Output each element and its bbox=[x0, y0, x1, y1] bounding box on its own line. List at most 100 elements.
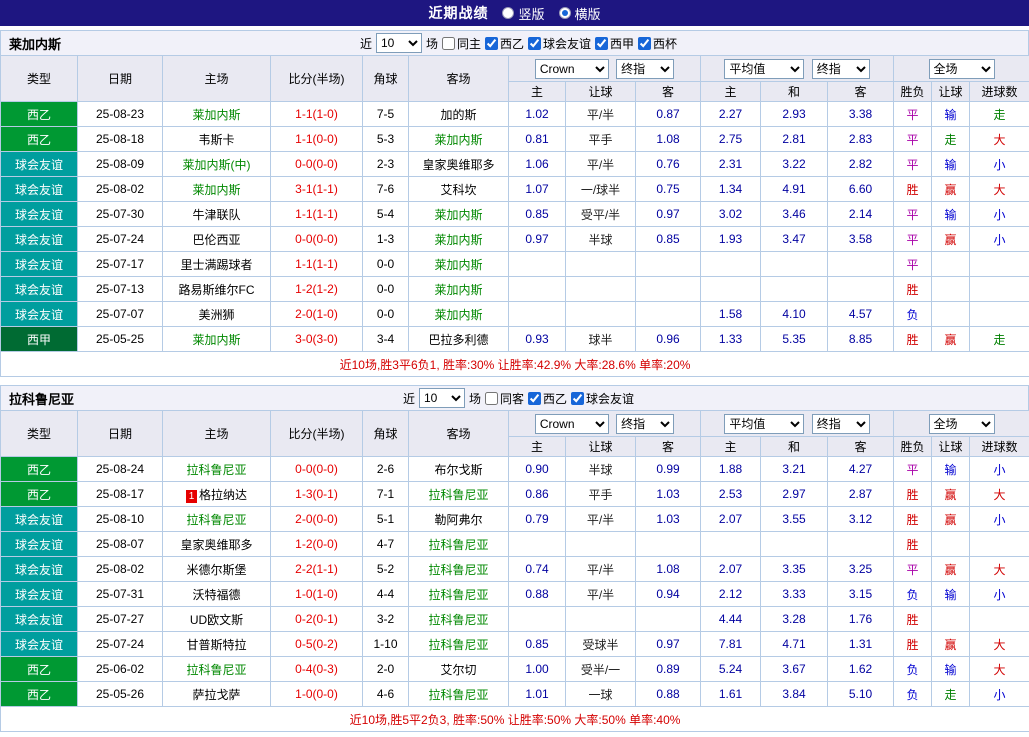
fulltime-group-header: 全场 bbox=[894, 56, 1029, 82]
match-row: 球会友谊 25-07-31 沃特福德 1-0(1-0) 4-4 拉科鲁尼亚 0.… bbox=[1, 582, 1029, 607]
odds-handicap-value: 平/半 bbox=[566, 152, 636, 177]
team-section-deportivo: 拉科鲁尼亚 近 10 场 同客 西乙球会友谊 类型 日期 主场 bbox=[0, 385, 1029, 732]
match-date: 25-06-02 bbox=[78, 657, 163, 682]
corner-cell: 1-3 bbox=[363, 227, 409, 252]
odds-handicap-value: 平手 bbox=[566, 482, 636, 507]
league-label: 西杯 bbox=[653, 35, 677, 52]
summary-row: 近10场,胜3平6负1, 胜率:30% 让胜率:42.9% 大率:28.6% 单… bbox=[1, 352, 1029, 377]
horizontal-label: 横版 bbox=[575, 4, 601, 23]
same-venue-checkbox[interactable] bbox=[485, 392, 498, 405]
corner-cell: 7-5 bbox=[363, 102, 409, 127]
match-date: 25-08-02 bbox=[78, 177, 163, 202]
home-team-name: 里士满踢球者 bbox=[180, 258, 252, 272]
avg-draw-value: 4.91 bbox=[761, 177, 828, 202]
fulltime-group-header: 全场 bbox=[894, 411, 1029, 437]
corner-cell: 4-7 bbox=[363, 532, 409, 557]
result-wdl-value: 负 bbox=[894, 682, 932, 707]
league-checkbox[interactable] bbox=[571, 392, 584, 405]
odds-away-value bbox=[636, 532, 701, 557]
away-team-cell: 莱加内斯 bbox=[409, 302, 509, 327]
avg-draw-value: 3.47 bbox=[761, 227, 828, 252]
league-badge: 球会友谊 bbox=[1, 227, 78, 252]
avg-draw-value: 4.71 bbox=[761, 632, 828, 657]
odds-away-value: 0.75 bbox=[636, 177, 701, 202]
league-checkbox[interactable] bbox=[485, 37, 498, 50]
match-date: 25-08-18 bbox=[78, 127, 163, 152]
league-badge: 球会友谊 bbox=[1, 607, 78, 632]
away-team-cell: 艾尔切 bbox=[409, 657, 509, 682]
same-venue-filter[interactable]: 同客 bbox=[485, 390, 524, 407]
summary-text: 近10场,胜5平2负3, 胜率:50% 让胜率:50% 大率:50% 单率:40… bbox=[1, 707, 1029, 732]
radio-icon-horizontal[interactable] bbox=[559, 7, 571, 19]
odds-home-value: 0.79 bbox=[509, 507, 566, 532]
layout-option-horizontal[interactable]: 横版 bbox=[559, 4, 601, 23]
result-wdl-value: 胜 bbox=[894, 327, 932, 352]
away-team-cell: 皇家奥维耶多 bbox=[409, 152, 509, 177]
match-date: 25-08-24 bbox=[78, 457, 163, 482]
league-checkbox[interactable] bbox=[528, 392, 541, 405]
league-filter[interactable]: 西乙 bbox=[528, 390, 567, 407]
league-filter[interactable]: 西乙 bbox=[485, 35, 524, 52]
league-checkbox[interactable] bbox=[528, 37, 541, 50]
odds-handicap-value bbox=[566, 607, 636, 632]
result-goals-value: 小 bbox=[970, 507, 1029, 532]
match-date: 25-07-24 bbox=[78, 227, 163, 252]
league-filter[interactable]: 西杯 bbox=[638, 35, 677, 52]
home-team-name: UD欧文斯 bbox=[190, 613, 243, 627]
result-wdl-value: 胜 bbox=[894, 277, 932, 302]
col-odds-home: 主 bbox=[509, 437, 566, 457]
result-wdl-value: 平 bbox=[894, 252, 932, 277]
away-team-cell: 拉科鲁尼亚 bbox=[409, 607, 509, 632]
result-wdl-value: 平 bbox=[894, 152, 932, 177]
avg-away-value: 3.15 bbox=[828, 582, 894, 607]
average-select[interactable]: 平均值 bbox=[724, 414, 804, 434]
fulltime-select[interactable]: 全场 bbox=[929, 414, 995, 434]
col-result-goals: 进球数 bbox=[970, 437, 1029, 457]
same-venue-checkbox[interactable] bbox=[442, 37, 455, 50]
final-odds-select-2[interactable]: 终指 bbox=[812, 414, 870, 434]
odds-away-value: 0.76 bbox=[636, 152, 701, 177]
league-filter[interactable]: 西甲 bbox=[595, 35, 634, 52]
avg-away-value: 6.60 bbox=[828, 177, 894, 202]
league-filter[interactable]: 球会友谊 bbox=[528, 35, 591, 52]
away-team-cell: 拉科鲁尼亚 bbox=[409, 682, 509, 707]
final-odds-select[interactable]: 终指 bbox=[616, 59, 674, 79]
col-score: 比分(半场) bbox=[271, 56, 363, 102]
league-badge: 球会友谊 bbox=[1, 152, 78, 177]
home-team-name: 格拉纳达 bbox=[199, 488, 247, 502]
corner-cell: 1-10 bbox=[363, 632, 409, 657]
league-filters: 西乙球会友谊 bbox=[528, 390, 634, 407]
odds-handicap-value: 一/球半 bbox=[566, 177, 636, 202]
league-checkbox[interactable] bbox=[595, 37, 608, 50]
avg-away-value: 3.38 bbox=[828, 102, 894, 127]
league-checkbox[interactable] bbox=[638, 37, 651, 50]
col-away: 客场 bbox=[409, 56, 509, 102]
bookmaker-select[interactable]: Crown bbox=[535, 414, 609, 434]
league-label: 西乙 bbox=[543, 390, 567, 407]
home-team-cell: 拉科鲁尼亚 bbox=[163, 457, 271, 482]
final-odds-select-2[interactable]: 终指 bbox=[812, 59, 870, 79]
result-wdl-value: 平 bbox=[894, 202, 932, 227]
filters: 近 10 场 同客 西乙球会友谊 bbox=[403, 388, 634, 408]
layout-option-vertical[interactable]: 竖版 bbox=[502, 4, 544, 23]
league-filter[interactable]: 球会友谊 bbox=[571, 390, 634, 407]
corner-cell: 2-6 bbox=[363, 457, 409, 482]
average-select[interactable]: 平均值 bbox=[724, 59, 804, 79]
match-count-select[interactable]: 10 bbox=[419, 388, 465, 408]
result-wdl-value: 负 bbox=[894, 657, 932, 682]
avg-away-value: 4.27 bbox=[828, 457, 894, 482]
avg-draw-value: 3.55 bbox=[761, 507, 828, 532]
match-count-select[interactable]: 10 bbox=[376, 33, 422, 53]
radio-icon-vertical[interactable] bbox=[502, 7, 514, 19]
corner-cell: 0-0 bbox=[363, 252, 409, 277]
bookmaker-select[interactable]: Crown bbox=[535, 59, 609, 79]
fulltime-select[interactable]: 全场 bbox=[929, 59, 995, 79]
avg-home-value: 3.02 bbox=[701, 202, 761, 227]
away-team-cell: 布尔戈斯 bbox=[409, 457, 509, 482]
result-handicap-value bbox=[932, 532, 970, 557]
final-odds-select[interactable]: 终指 bbox=[616, 414, 674, 434]
results-body: 西乙 25-08-24 拉科鲁尼亚 0-0(0-0) 2-6 布尔戈斯 0.90… bbox=[1, 457, 1029, 707]
same-venue-filter[interactable]: 同主 bbox=[442, 35, 481, 52]
match-row: 球会友谊 25-08-07 皇家奥维耶多 1-2(0-0) 4-7 拉科鲁尼亚 … bbox=[1, 532, 1029, 557]
filters: 近 10 场 同主 西乙球会友谊西甲西杯 bbox=[360, 33, 677, 53]
